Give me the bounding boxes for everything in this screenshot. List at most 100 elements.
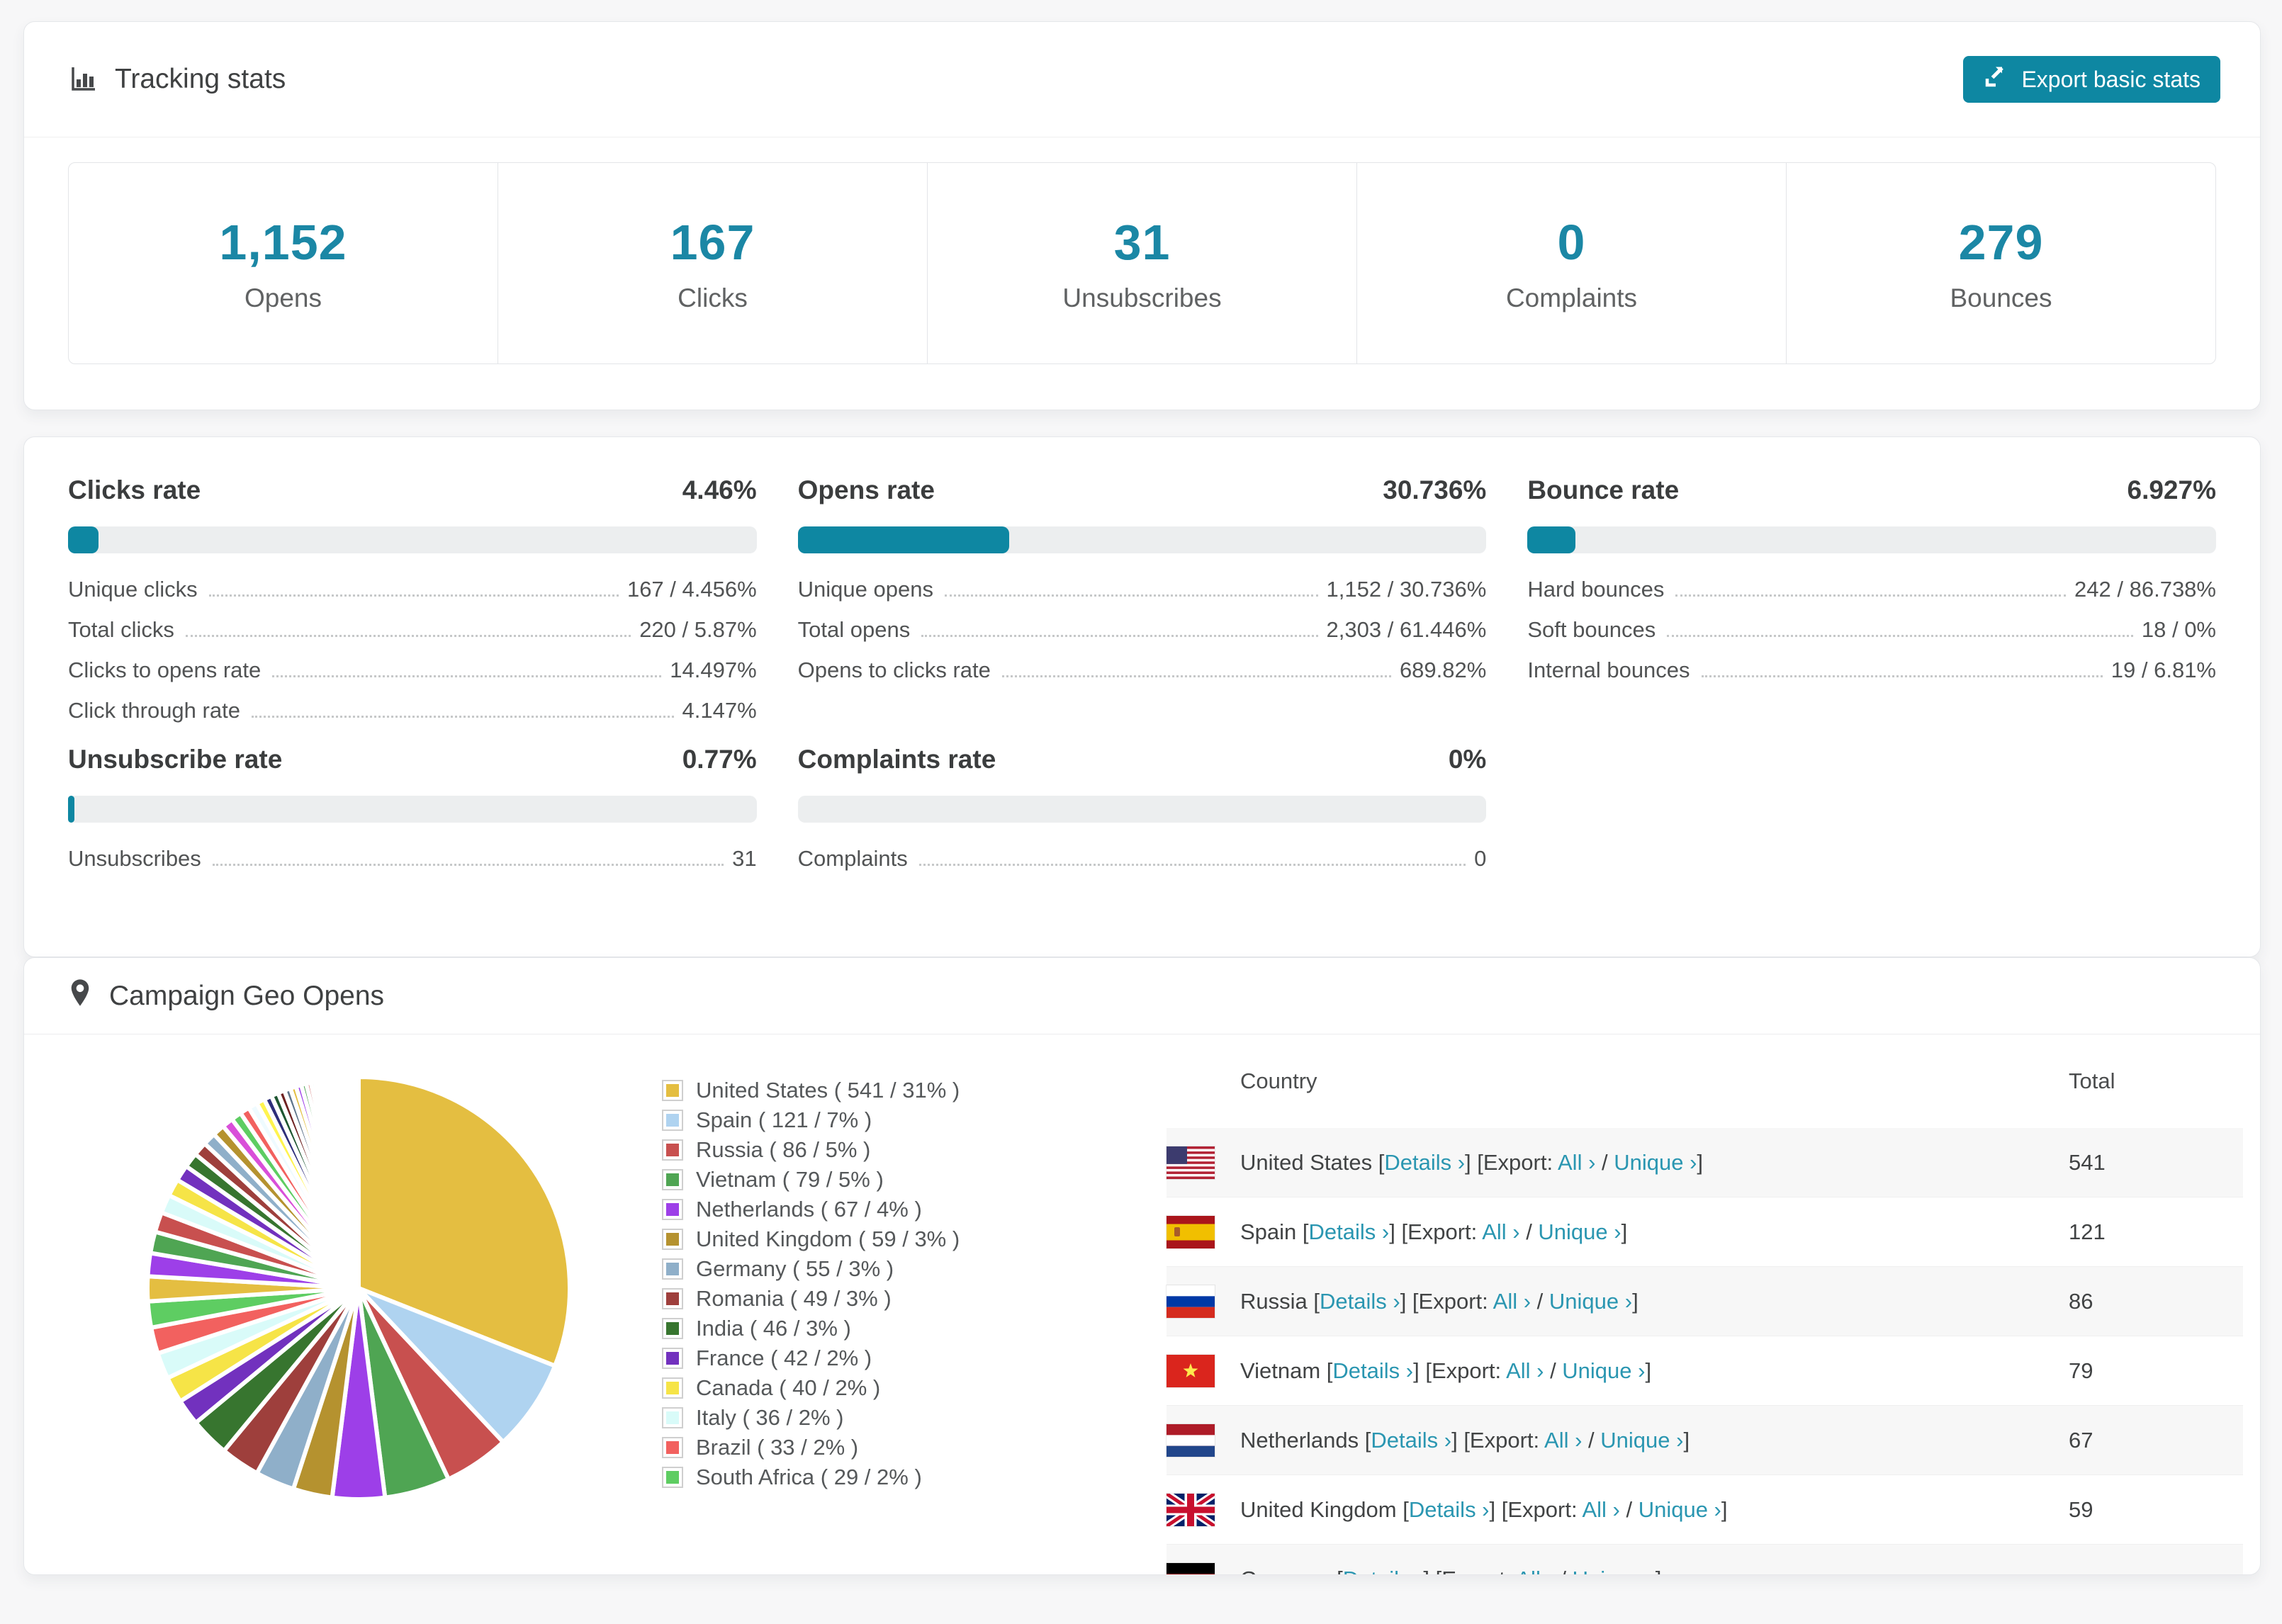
rate-row-internal-bounces: Internal bounces 19 / 6.81% [1527,644,2216,684]
flag-es-icon [1167,1215,1215,1248]
flag-cell-united-states [1167,1146,1240,1179]
legend-swatch-russia [662,1139,683,1161]
export-icon [1983,64,2008,95]
flag-ru-icon [1167,1285,1215,1318]
legend-item-italy: Italy ( 36 / 2% ) [662,1403,1167,1433]
export-all-link-russia[interactable]: All › [1493,1289,1531,1314]
geo-opens-pie-chart [145,1074,572,1501]
rate-row-value-internal-bounces: 19 / 6.81% [2110,658,2216,682]
stat-cell-complaints: 0 Complaints [1357,163,1787,363]
rate-head-bounce-rate: Bounce rate 6.927% [1527,475,2216,505]
export-all-link-spain[interactable]: All › [1482,1219,1519,1244]
rate-progressbar-fill-unsubscribe-rate [68,796,74,823]
legend-label-germany: Germany ( 55 / 3% ) [696,1256,894,1281]
dashboard-page: { "colors": { "accent": "#1B87A5", "butt… [0,0,2282,1624]
country-name-spain: Spain [1240,1219,1297,1244]
export-all-link-germany[interactable]: All › [1516,1567,1553,1575]
rate-block-unsubscribe-rate: Unsubscribe rate 0.77% Unsubscribes 31 [68,745,757,873]
export-unique-link-spain[interactable]: Unique › [1538,1219,1621,1244]
geo-table-row-russia: Russia [Details ›] [Export: All › / Uniq… [1167,1267,2243,1336]
rate-title-complaints-rate: Complaints rate [797,745,996,774]
rate-progressbar-opens-rate [797,526,1487,553]
legend-item-united-states: United States ( 541 / 31% ) [662,1076,1167,1105]
legend-label-france: France ( 42 / 2% ) [696,1346,872,1370]
rate-row-unsubscribes: Unsubscribes 31 [68,833,757,873]
tracking-stats-header: Tracking stats Export basic stats [24,22,2260,137]
stat-value-opens: 1,152 [219,214,347,270]
rate-row-label-click-through-rate: Click through rate [68,698,240,723]
export-unique-link-vietnam[interactable]: Unique › [1562,1358,1645,1383]
export-unique-link-netherlands[interactable]: Unique › [1600,1428,1683,1453]
campaign-geo-opens-header: Campaign Geo Opens [24,958,2260,1034]
export-unique-link-russia[interactable]: Unique › [1549,1289,1632,1314]
separator-text: / [1544,1358,1563,1383]
bracket-text: ] [1721,1496,1728,1522]
total-cell-russia: 86 [2069,1288,2093,1314]
dotted-leader [185,635,631,637]
tracking-stats-card: Tracking stats Export basic stats 1,152 O… [23,21,2261,410]
export-unique-link-germany[interactable]: Unique › [1573,1567,1656,1575]
stat-label-clicks: Clicks [678,283,748,312]
rate-row-click-through-rate: Click through rate 4.147% [68,684,757,725]
legend-label-south-africa: South Africa ( 29 / 2% ) [696,1465,922,1489]
separator-text: / [1582,1427,1601,1453]
rate-row-value-click-through-rate: 4.147% [682,698,757,723]
details-link-vietnam[interactable]: Details › [1332,1358,1413,1383]
legend-item-france: France ( 42 / 2% ) [662,1343,1167,1373]
geo-table-header-total: Total [2069,1068,2115,1093]
rate-rows-complaints-rate: Complaints 0 [798,833,1487,873]
separator-text: / [1554,1567,1573,1575]
bracket-text: [ [1396,1496,1409,1522]
legend-swatch-south-africa [662,1467,683,1488]
country-name-united-states: United States [1240,1149,1373,1175]
flag-de-icon [1167,1562,1215,1574]
country-name-russia: Russia [1240,1288,1308,1314]
bracket-text: ] [Export: [1413,1358,1507,1383]
rate-progressbar-clicks-rate [68,526,757,553]
export-all-link-united-states[interactable]: All › [1558,1150,1595,1175]
country-cell-united-states: United States [Details ›] [Export: All ›… [1240,1150,2069,1175]
dotted-leader [208,594,619,597]
total-cell-vietnam: 79 [2069,1358,2093,1383]
rate-row-total-clicks: Total clicks 220 / 5.87% [68,604,757,644]
export-unique-link-united-states[interactable]: Unique › [1614,1150,1697,1175]
legend-swatch-united-kingdom [662,1229,683,1250]
rate-value-complaints-rate: 0% [1448,745,1487,774]
flag-gb-icon [1167,1493,1215,1526]
details-link-russia[interactable]: Details › [1320,1289,1400,1314]
geo-pie-legend: United States ( 541 / 31% ) Spain ( 121 /… [662,1034,1167,1574]
rate-title-opens-rate: Opens rate [797,475,935,504]
rate-row-label-total-clicks: Total clicks [68,617,174,642]
details-link-united-kingdom[interactable]: Details › [1409,1497,1490,1522]
stat-label-bounces: Bounces [1950,283,2052,312]
rate-head-clicks-rate: Clicks rate 4.46% [68,475,757,505]
details-link-united-states[interactable]: Details › [1384,1150,1465,1175]
legend-label-brazil: Brazil ( 33 / 2% ) [696,1435,859,1460]
legend-item-romania: Romania ( 49 / 3% ) [662,1284,1167,1314]
legend-item-united-kingdom: United Kingdom ( 59 / 3% ) [662,1224,1167,1254]
export-all-link-netherlands[interactable]: All › [1544,1428,1582,1453]
details-link-netherlands[interactable]: Details › [1371,1428,1451,1453]
export-all-link-united-kingdom[interactable]: All › [1582,1497,1619,1522]
bracket-text: [ [1320,1358,1333,1383]
tracking-stats-title-text: Tracking stats [115,64,286,94]
export-unique-link-united-kingdom[interactable]: Unique › [1639,1497,1721,1522]
details-link-spain[interactable]: Details › [1309,1219,1390,1244]
dotted-leader [251,716,674,718]
details-link-germany[interactable]: Details › [1343,1567,1424,1575]
flag-vn-icon [1167,1354,1215,1387]
legend-item-brazil: Brazil ( 33 / 2% ) [662,1433,1167,1462]
rate-progressbar-bounce-rate [1527,526,2216,553]
dotted-leader [1675,594,2067,597]
export-all-link-vietnam[interactable]: All › [1506,1358,1544,1383]
stat-cell-opens: 1,152 Opens [69,163,498,363]
rate-row-value-hard-bounces: 242 / 86.738% [2074,577,2216,602]
dotted-leader [918,864,1466,866]
rate-value-bounce-rate: 6.927% [2127,475,2217,504]
stat-label-complaints: Complaints [1505,283,1638,312]
export-basic-stats-button[interactable]: Export basic stats [1963,56,2220,103]
legend-label-canada: Canada ( 40 / 2% ) [696,1375,881,1400]
legend-swatch-spain [662,1110,683,1131]
rate-row-label-hard-bounces: Hard bounces [1527,577,1665,602]
country-cell-spain: Spain [Details ›] [Export: All › / Uniqu… [1240,1219,2069,1245]
